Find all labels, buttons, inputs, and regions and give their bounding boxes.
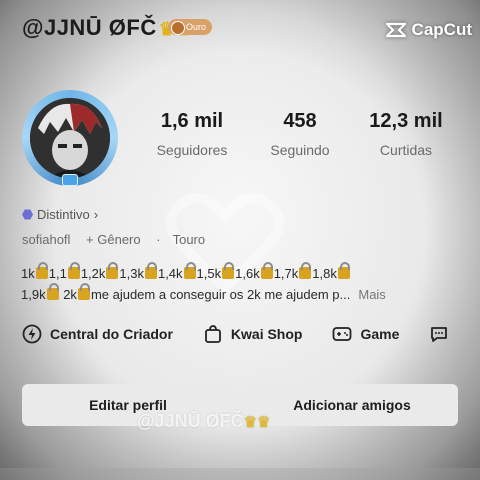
lightning-icon bbox=[22, 324, 42, 344]
lock-icon bbox=[222, 262, 235, 279]
lock-icon bbox=[77, 283, 90, 300]
game-button[interactable]: Game bbox=[332, 324, 399, 344]
lock-icon bbox=[67, 262, 80, 279]
kwai-shop-button[interactable]: Kwai Shop bbox=[203, 324, 302, 344]
crown-icon: ♛♛ bbox=[243, 414, 271, 431]
shopping-bag-icon bbox=[205, 325, 221, 343]
bio-more-link[interactable]: Mais bbox=[358, 287, 385, 302]
following-label: Seguindo bbox=[270, 142, 330, 158]
zodiac-field: Touro bbox=[172, 232, 206, 247]
creator-actions: Central do Criador Kwai Shop Game bbox=[22, 324, 479, 344]
gem-icon bbox=[62, 174, 78, 186]
hexagon-icon bbox=[22, 209, 33, 220]
medal-icon bbox=[171, 21, 185, 35]
stat-likes[interactable]: 12,3 mil Curtidas bbox=[362, 110, 450, 158]
profile-meta: sofiahofl + Gênero · Touro bbox=[22, 232, 217, 247]
level-badge[interactable]: Ouro bbox=[168, 19, 213, 35]
distintivo-link[interactable]: Distintivo › bbox=[22, 207, 98, 222]
capcut-logo-icon bbox=[385, 22, 406, 38]
bottom-nav-strip bbox=[0, 468, 480, 480]
profile-bio: 1k 1,1 1,2k 1,3k 1,4k 1,5k 1,6k 1,7k 1,8k 1,9k 2… bbox=[21, 262, 386, 302]
profile-handle: sofiahofl bbox=[22, 232, 71, 247]
lock-icon bbox=[260, 262, 273, 279]
lock-icon bbox=[46, 283, 59, 300]
chevron-right-icon: › bbox=[93, 207, 99, 222]
capcut-watermark: CapCut bbox=[385, 20, 472, 40]
gamepad-icon bbox=[333, 327, 352, 341]
likes-count: 12,3 mil bbox=[369, 110, 443, 132]
stat-following[interactable]: 458 Seguindo bbox=[262, 110, 338, 158]
chat-bubble-icon bbox=[431, 327, 448, 342]
gender-field[interactable]: + Gênero bbox=[86, 232, 141, 247]
bio-text: me ajudem a conseguir os 2k me ajudem p.… bbox=[90, 287, 351, 302]
username-watermark: @JJNŪ ØFČ♛♛ bbox=[137, 411, 271, 431]
separator-dot: · bbox=[156, 232, 161, 247]
add-friends-button[interactable]: Adicionar amigos bbox=[246, 384, 458, 426]
avatar-image bbox=[30, 98, 110, 178]
following-count: 458 bbox=[283, 110, 317, 132]
profile-username: @JJNŪ ØFČ♛♛ bbox=[22, 15, 192, 41]
avatar[interactable] bbox=[22, 90, 118, 186]
creator-center-button[interactable]: Central do Criador bbox=[22, 324, 173, 344]
lock-icon bbox=[35, 262, 48, 279]
lock-icon bbox=[106, 262, 119, 279]
lock-icon bbox=[144, 262, 157, 279]
likes-label: Curtidas bbox=[379, 142, 433, 158]
lock-icon bbox=[337, 262, 350, 279]
lock-icon bbox=[183, 262, 196, 279]
badge-label: Ouro bbox=[186, 22, 207, 32]
followers-count: 1,6 mil bbox=[160, 110, 224, 132]
lock-icon bbox=[299, 262, 312, 279]
more-chat-button[interactable] bbox=[429, 324, 449, 344]
stat-followers[interactable]: 1,6 mil Seguidores bbox=[150, 110, 234, 158]
followers-label: Seguidores bbox=[156, 142, 228, 158]
